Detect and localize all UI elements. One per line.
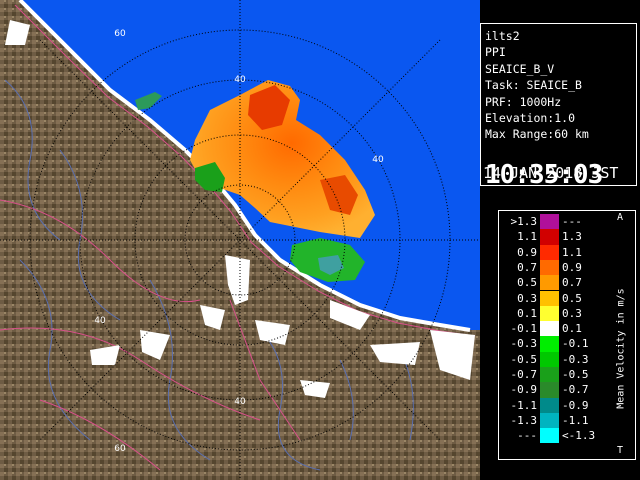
elevation-value: Elevation:1.0 [485, 111, 576, 125]
max-range-value: Max Range:60 km [485, 127, 589, 141]
range-label-nw-60: 60 [114, 29, 126, 39]
legend-low-value: -1.1 [510, 398, 538, 412]
legend-high-value: -0.7 [562, 383, 589, 397]
legend-swatch [540, 428, 559, 444]
legend-swatch [540, 397, 559, 413]
legend-low-value: -0.9 [510, 383, 538, 397]
legend-swatch [540, 351, 559, 367]
prf-value: PRF: 1000Hz [485, 95, 562, 109]
legend-swatch [540, 382, 559, 398]
legend-low-value: --- [517, 429, 537, 443]
legend-low-value: -0.1 [510, 322, 538, 336]
legend-high-value: --- [562, 215, 582, 228]
scan-type: PPI [485, 45, 506, 59]
legend-swatch [540, 214, 559, 230]
range-label-e-40: 40 [372, 155, 384, 165]
legend-low-value: >1.3 [510, 215, 538, 228]
range-label-w-40: 40 [94, 316, 106, 326]
product-name: SEAICE_B_V [485, 62, 555, 76]
radar-ppi-display[interactable]: 60 40 40 40 40 60 40 [0, 0, 480, 480]
legend-low-value: 0.1 [517, 306, 537, 320]
legend-high-value: 0.7 [562, 276, 582, 290]
legend-high-value: 0.3 [562, 306, 582, 320]
legend-swatch [540, 336, 559, 352]
range-label-s-40: 40 [234, 397, 246, 407]
legend-high-value: -0.3 [562, 352, 589, 366]
legend-high-value: 1.1 [562, 245, 582, 259]
legend-high-value: 0.5 [562, 291, 582, 305]
legend-row: 1.1 1.3 [499, 229, 635, 245]
legend-high-value: -1.1 [562, 413, 589, 427]
legend-low-value: 0.7 [517, 260, 537, 274]
range-label-n-40: 40 [234, 75, 246, 85]
legend-low-value: -0.3 [510, 337, 538, 351]
scan-date: 14 JAN 2018 JST [483, 164, 619, 182]
info-panel: ilts2 PPI SEAICE_B_V Task: SEAICE_B PRF:… [480, 0, 640, 480]
legend-title: Mean Velocity in m/s [615, 288, 627, 409]
legend-low-value: 0.3 [517, 291, 537, 305]
task-name: Task: SEAICE_B [485, 78, 582, 92]
legend-high-value: -0.9 [562, 398, 589, 412]
legend-high-value: 0.9 [562, 260, 582, 274]
legend-swatch [540, 259, 559, 276]
range-label-ne-40: 40 [354, 315, 366, 325]
station-name: ilts2 [485, 29, 520, 43]
legend-swatch [540, 321, 559, 337]
legend-high-value: 1.3 [562, 230, 582, 244]
legend-low-value: 0.9 [517, 245, 537, 259]
metadata-box: ilts2 PPI SEAICE_B_V Task: SEAICE_B PRF:… [480, 23, 637, 189]
legend-swatch [540, 305, 559, 322]
legend-swatch [540, 290, 559, 306]
range-label-sw-60: 60 [114, 444, 126, 454]
legend-row: 0.9 1.1 [499, 244, 635, 260]
legend-low-value: 1.1 [517, 230, 537, 244]
legend-high-value: -0.5 [562, 368, 589, 381]
legend-high-value: 0.1 [562, 322, 582, 336]
velocity-legend: >1.3 --- 1.1 1.3 0.9 1.1 0.7 0.9 0.5 0.7 0.3 0.5 0.1… [498, 210, 636, 460]
legend-high-value: <-1.3 [562, 429, 596, 443]
legend-low-value: -0.5 [510, 352, 538, 366]
legend-swatch [540, 244, 559, 260]
legend-swatch [540, 229, 559, 245]
legend-swatch [540, 367, 559, 383]
legend-top-marker: A [617, 212, 624, 223]
legend-low-value: -0.7 [510, 368, 538, 381]
legend-bottom-marker: T [617, 445, 624, 456]
legend-swatch [540, 412, 559, 429]
legend-low-value: 0.5 [517, 276, 537, 290]
legend-row: >1.3 --- [499, 214, 635, 230]
legend-high-value: -0.1 [562, 337, 589, 351]
legend-low-value: -1.3 [510, 413, 538, 427]
legend-swatch [540, 275, 559, 291]
